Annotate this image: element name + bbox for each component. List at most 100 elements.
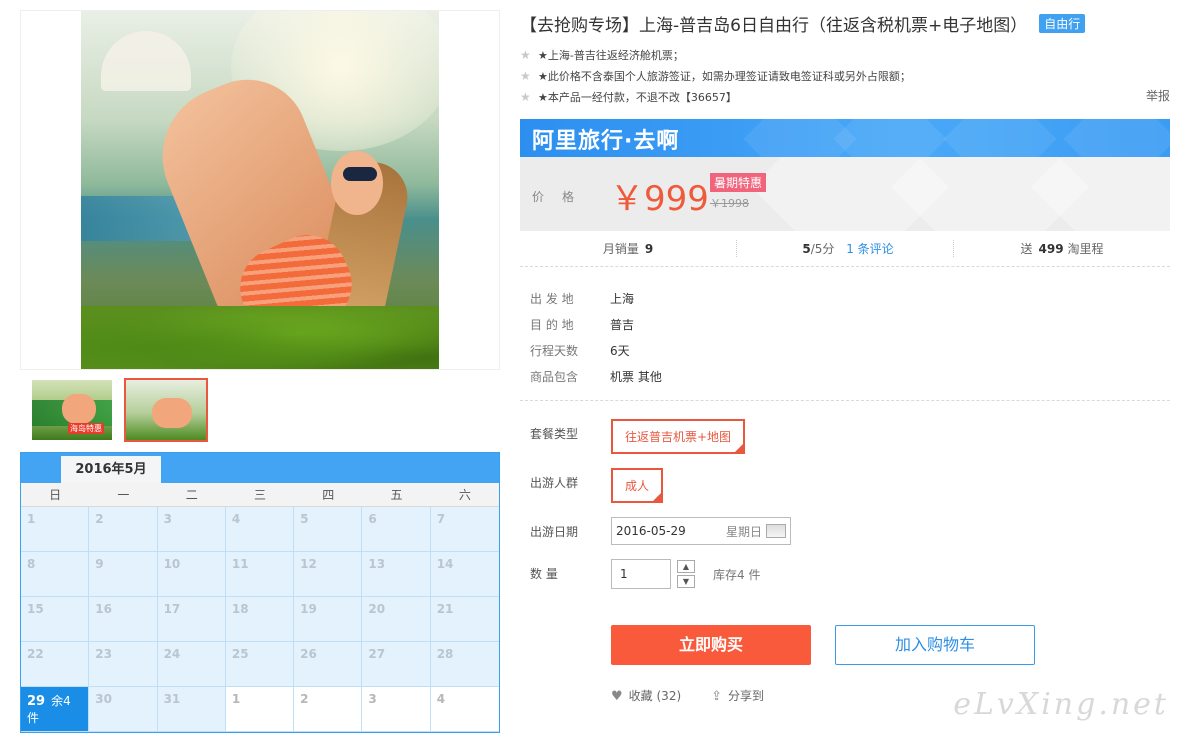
weekday-label: 日 [49,488,62,502]
add-to-cart-button[interactable]: 加入购物车 [835,625,1035,665]
info-row: 商品包含 机票 其他 [530,369,662,384]
product-detail-column: 【去抢购专场】上海-普吉岛6日自由行（往返含税机票+电子地图） 自由行 ★ ★上海… [520,10,1170,704]
calendar-day[interactable]: 6 [362,507,431,552]
calendar-day[interactable]: 8 [21,552,90,597]
calendar-day[interactable]: 1 [21,507,90,552]
calendar-day[interactable]: 31 [157,687,226,732]
product-type-tag: 自由行 [1039,13,1086,33]
calendar-day[interactable]: 3 [362,687,431,732]
package-option[interactable]: 往返普吉机票+地图 [611,419,746,454]
day-number: 10 [163,557,181,571]
star-icon: ★ [520,68,531,83]
calendar-day[interactable]: 24 [157,642,226,687]
site-watermark: eLvXing.net [953,687,1169,722]
thumbnail-1[interactable]: 海岛特惠 [30,378,114,442]
calendar-icon[interactable] [766,524,786,538]
day-number: 7 [436,512,446,526]
calendar-day[interactable]: 10 [157,552,226,597]
day-number: 6 [368,512,377,526]
day-number: 11 [231,557,249,571]
product-page: 海岛特惠 2016年5月 日 一 二 三 四 五 六 1 2 3 4 5 6 7 8 9 10 11… [0,0,1183,734]
day-number: 9 [95,557,104,571]
day-number: 12 [300,557,317,571]
quantity-input[interactable]: 1 [611,559,671,589]
note-item: ★ ★此价格不含泰国个人旅游签证，如需办理签证请致电签证科或另外占限额； [520,68,911,83]
calendar-day[interactable]: 1 [225,687,295,732]
current-price: ￥999 [610,179,709,219]
product-title: 【去抢购专场】上海-普吉岛6日自由行（往返含税机票+电子地图） [520,15,1028,36]
calendar-day[interactable]: 18 [225,597,295,642]
buy-now-button[interactable]: 立即购买 [611,625,811,665]
calendar-day[interactable]: 3 [157,507,226,552]
day-number: 30 [95,692,112,706]
day-number: 18 [231,602,249,616]
monthly-sales: 月销量 9 [520,240,737,257]
departure-calendar: 2016年5月 日 一 二 三 四 五 六 1 2 3 4 5 6 7 8 9 10 11 12 13 1… [20,452,500,733]
note-item: ★ ★上海-普吉往返经济舱机票； [520,47,684,62]
decrement-icon[interactable]: ▼ [677,575,695,588]
calendar-day[interactable]: 26 [294,642,363,687]
thumbnail-strip: 海岛特惠 [20,370,500,450]
star-icon: ★ [520,89,531,104]
share-button[interactable]: ⇪ 分享到 [711,687,764,704]
day-number: 2 [95,512,104,526]
calendar-day[interactable]: 12 [294,552,363,597]
calendar-day[interactable]: 14 [430,552,499,597]
day-number: 28 [436,647,454,661]
calendar-day[interactable]: 11 [225,552,295,597]
calendar-day[interactable]: 9 [89,552,158,597]
day-number: 13 [368,557,386,571]
calendar-day[interactable]: 2 [89,507,158,552]
calendar-day[interactable]: 28 [430,642,499,687]
note-item: ★ ★本产品一经付款，不退不改【36657】 [520,89,737,104]
weekday-label: 一 [117,488,130,502]
calendar-day[interactable]: 16 [89,597,158,642]
calendar-day[interactable]: 15 [21,597,90,642]
crowd-option[interactable]: 成人 [611,468,664,503]
day-number: 14 [436,557,454,571]
calendar-month-tab[interactable]: 2016年5月 [61,456,161,483]
day-number: 3 [368,692,377,706]
calendar-day[interactable]: 25 [225,642,295,687]
thumbnail-2[interactable] [124,378,208,442]
weekday-label: 六 [458,488,471,502]
report-link[interactable]: 举报 [1146,87,1170,104]
day-number: 5 [300,512,309,526]
calendar-day[interactable]: 30 [89,687,158,732]
calendar-day[interactable]: 4 [225,507,295,552]
increment-icon[interactable]: ▲ [677,560,695,573]
brand-name: 阿里旅行·去啊 [532,129,680,154]
info-row: 行程天数 6天 [530,343,630,358]
calendar-day[interactable]: 4 [430,687,499,732]
day-number: 2 [300,692,309,706]
day-number: 3 [163,512,172,526]
day-number: 21 [436,602,454,616]
calendar-day[interactable]: 2 [294,687,363,732]
calendar-day[interactable]: 20 [362,597,431,642]
calendar-day[interactable]: 19 [294,597,363,642]
rating: 5/5分 1 条评论 [737,240,954,257]
reviews-link[interactable]: 1 条评论 [846,242,893,256]
day-number: 24 [163,647,181,661]
date-field[interactable]: 2016-05-29 星期日 [611,517,791,545]
day-number: 27 [368,647,386,661]
calendar-day[interactable]: 7 [430,507,499,552]
favorite-button[interactable]: ♥ 收藏 (32) [611,687,681,704]
day-number: 8 [27,557,36,571]
calendar-day-selected[interactable]: 29余4件¥999 [21,687,139,732]
day-number: 26 [300,647,317,661]
mileage-points: 送 499 淘里程 [1020,242,1104,256]
original-price: ￥1998 [710,197,749,210]
calendar-day[interactable]: 5 [294,507,363,552]
calendar-day[interactable]: 21 [430,597,499,642]
day-number: 31 [163,692,181,706]
thumbnail-promo-tag: 海岛特惠 [68,423,104,434]
calendar-day[interactable]: 13 [362,552,431,597]
calendar-day[interactable]: 23 [89,642,158,687]
product-notes: ★ ★上海-普吉往返经济舱机票； ★ ★此价格不含泰国个人旅游签证，如需办理签证请致… [520,44,1170,107]
calendar-day[interactable]: 27 [362,642,431,687]
info-row: 出 发 地上海 [530,291,635,306]
calendar-weekdays: 日 一 二 三 四 五 六 [21,483,499,507]
calendar-day[interactable]: 22 [21,642,90,687]
calendar-day[interactable]: 17 [157,597,226,642]
